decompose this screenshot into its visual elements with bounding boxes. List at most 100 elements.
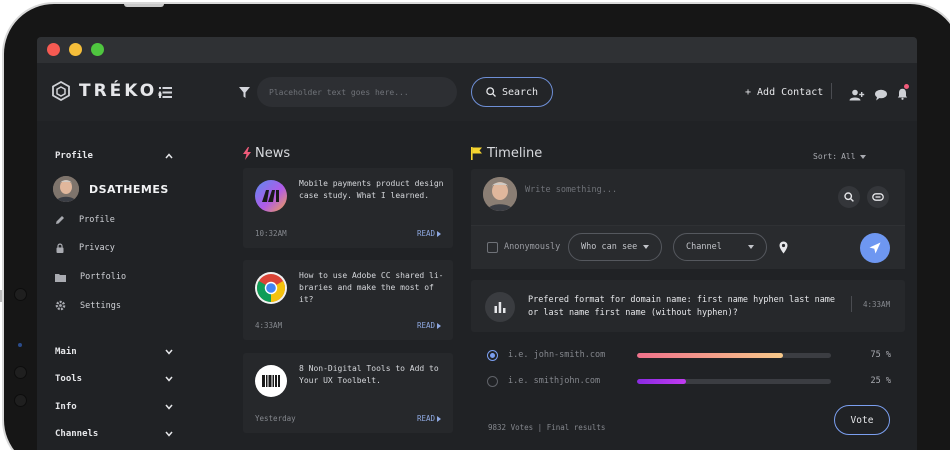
news-thumb-dsa bbox=[255, 180, 287, 212]
timeline-title: Timeline bbox=[487, 146, 543, 161]
avatar bbox=[53, 176, 79, 202]
user-photo bbox=[483, 177, 517, 211]
sidebar-item-settings[interactable]: Settings bbox=[55, 300, 121, 311]
poll-option-radio[interactable] bbox=[487, 376, 498, 387]
sidebar-item-label: Portfolio bbox=[80, 272, 127, 282]
sidebar-item-portfolio[interactable]: Portfolio bbox=[55, 272, 126, 282]
poll-option-percent: 25 % bbox=[870, 376, 891, 386]
channel-label: Channel bbox=[686, 242, 722, 252]
chevron-down-icon bbox=[165, 376, 173, 382]
sidebar-section-label: Main bbox=[55, 347, 77, 357]
nav-icon-group bbox=[849, 84, 909, 104]
filter-icon[interactable] bbox=[239, 87, 250, 98]
user-profile[interactable]: DSATHEMES bbox=[53, 176, 169, 202]
who-can-see-dropdown[interactable]: Who can see bbox=[568, 233, 662, 261]
sidebar-section-profile[interactable]: Profile bbox=[55, 151, 173, 161]
poll-option-percent: 75 % bbox=[870, 350, 891, 360]
username: DSATHEMES bbox=[89, 182, 169, 196]
device-button-top bbox=[124, 4, 164, 7]
news-card[interactable]: Mobile payments product design case stud… bbox=[243, 168, 453, 248]
read-link[interactable]: READ bbox=[417, 229, 441, 238]
attach-button[interactable] bbox=[867, 186, 889, 208]
logo-text: TRÉKO. bbox=[79, 81, 167, 101]
device-sensor-dot bbox=[14, 366, 27, 379]
sidebar-item-profile[interactable]: Profile bbox=[55, 215, 115, 225]
composer-options-row: Anonymously Who can see Channel bbox=[471, 225, 905, 269]
news-card[interactable]: 8 Non-Digital Tools to Add to Your UX To… bbox=[243, 353, 453, 433]
anonymous-label: Anonymously bbox=[504, 242, 561, 252]
folder-icon bbox=[55, 273, 66, 282]
sidebar: Profile DSATHEMES Profile Privacy Portfo… bbox=[37, 121, 197, 450]
pencil-icon bbox=[56, 216, 64, 224]
brand-logo-icon bbox=[262, 190, 279, 202]
sidebar-section-channels[interactable]: Channels bbox=[55, 429, 173, 439]
chevron-up-icon bbox=[165, 153, 173, 159]
composer-avatar bbox=[483, 177, 517, 211]
paper-plane-icon bbox=[869, 242, 881, 254]
list-menu-icon[interactable] bbox=[159, 87, 172, 98]
poll-option[interactable]: i.e. smithjohn.com 25 % bbox=[487, 375, 891, 389]
user-photo bbox=[53, 176, 79, 202]
notification-bell[interactable] bbox=[897, 84, 909, 104]
sort-label: Sort: bbox=[813, 152, 838, 161]
sidebar-section-label: Channels bbox=[55, 429, 99, 439]
composer-input[interactable]: Write something... bbox=[525, 185, 617, 195]
poll-option-radio[interactable] bbox=[487, 350, 498, 361]
poll-question-card: Prefered format for domain name: first n… bbox=[471, 280, 905, 332]
lightning-icon bbox=[243, 147, 251, 160]
poll-footer: 9832 Votes | Final results bbox=[488, 423, 606, 432]
poll-option-bar bbox=[637, 353, 831, 358]
logo[interactable]: TRÉKO. bbox=[51, 81, 166, 101]
search-input[interactable] bbox=[257, 77, 457, 107]
vote-button[interactable]: Vote bbox=[834, 405, 890, 435]
poll-option[interactable]: i.e. john-smith.com 75 % bbox=[487, 349, 891, 363]
channel-dropdown[interactable]: Channel bbox=[673, 233, 767, 261]
device-sensor-dot bbox=[14, 394, 27, 407]
lock-icon bbox=[56, 243, 64, 253]
composer-search-button[interactable] bbox=[838, 186, 860, 208]
timeline-heading: Timeline bbox=[471, 146, 542, 161]
anonymous-checkbox[interactable] bbox=[487, 242, 498, 253]
sidebar-section-tools[interactable]: Tools bbox=[55, 374, 173, 384]
sort-dropdown[interactable]: Sort: All bbox=[813, 152, 866, 161]
poll-option-bar-fill bbox=[637, 353, 783, 358]
barcode-icon bbox=[262, 375, 280, 387]
gear-icon bbox=[55, 300, 66, 311]
sidebar-section-label: Info bbox=[55, 402, 77, 412]
caret-right-icon bbox=[437, 230, 441, 237]
maximize-window-button[interactable] bbox=[91, 43, 104, 56]
read-label: READ bbox=[416, 321, 435, 330]
sidebar-section-label: Tools bbox=[55, 374, 83, 384]
hexagon-logo-icon bbox=[52, 81, 70, 101]
news-time: 10:32AM bbox=[255, 229, 287, 238]
read-link[interactable]: READ bbox=[417, 321, 441, 330]
poll-question: Prefered format for domain name: first n… bbox=[528, 295, 836, 318]
news-card[interactable]: How to use Adobe CC shared li-braries an… bbox=[243, 260, 453, 340]
sidebar-item-privacy[interactable]: Privacy bbox=[55, 243, 115, 253]
chat-bubbles-icon[interactable] bbox=[874, 89, 888, 101]
caret-right-icon bbox=[437, 415, 441, 422]
users-icon[interactable] bbox=[849, 89, 865, 101]
chevron-down-icon bbox=[165, 404, 173, 410]
minimize-window-button[interactable] bbox=[69, 43, 82, 56]
chevron-down-icon bbox=[165, 431, 173, 437]
bar-chart-icon bbox=[494, 301, 506, 313]
location-pin-icon[interactable] bbox=[779, 241, 788, 254]
top-navbar: TRÉKO. Search + Add Contact bbox=[37, 63, 917, 121]
sidebar-section-main[interactable]: Main bbox=[55, 347, 173, 357]
search-icon bbox=[844, 192, 854, 202]
search-button[interactable]: Search bbox=[471, 77, 553, 107]
paperclip-icon bbox=[872, 193, 884, 201]
add-contact-link[interactable]: + Add Contact bbox=[745, 87, 823, 98]
close-window-button[interactable] bbox=[47, 43, 60, 56]
send-button[interactable] bbox=[860, 233, 890, 263]
who-can-see-label: Who can see bbox=[581, 242, 638, 252]
notification-dot bbox=[904, 84, 909, 89]
sidebar-section-info[interactable]: Info bbox=[55, 402, 173, 412]
app-window: TRÉKO. Search + Add Contact bbox=[37, 37, 917, 450]
poll-time: 4:33AM bbox=[863, 300, 891, 309]
nav-divider bbox=[831, 83, 832, 99]
post-composer: Write something... Anonymously Who can s… bbox=[471, 169, 905, 269]
read-link[interactable]: READ bbox=[417, 414, 441, 423]
search-icon bbox=[486, 87, 496, 97]
